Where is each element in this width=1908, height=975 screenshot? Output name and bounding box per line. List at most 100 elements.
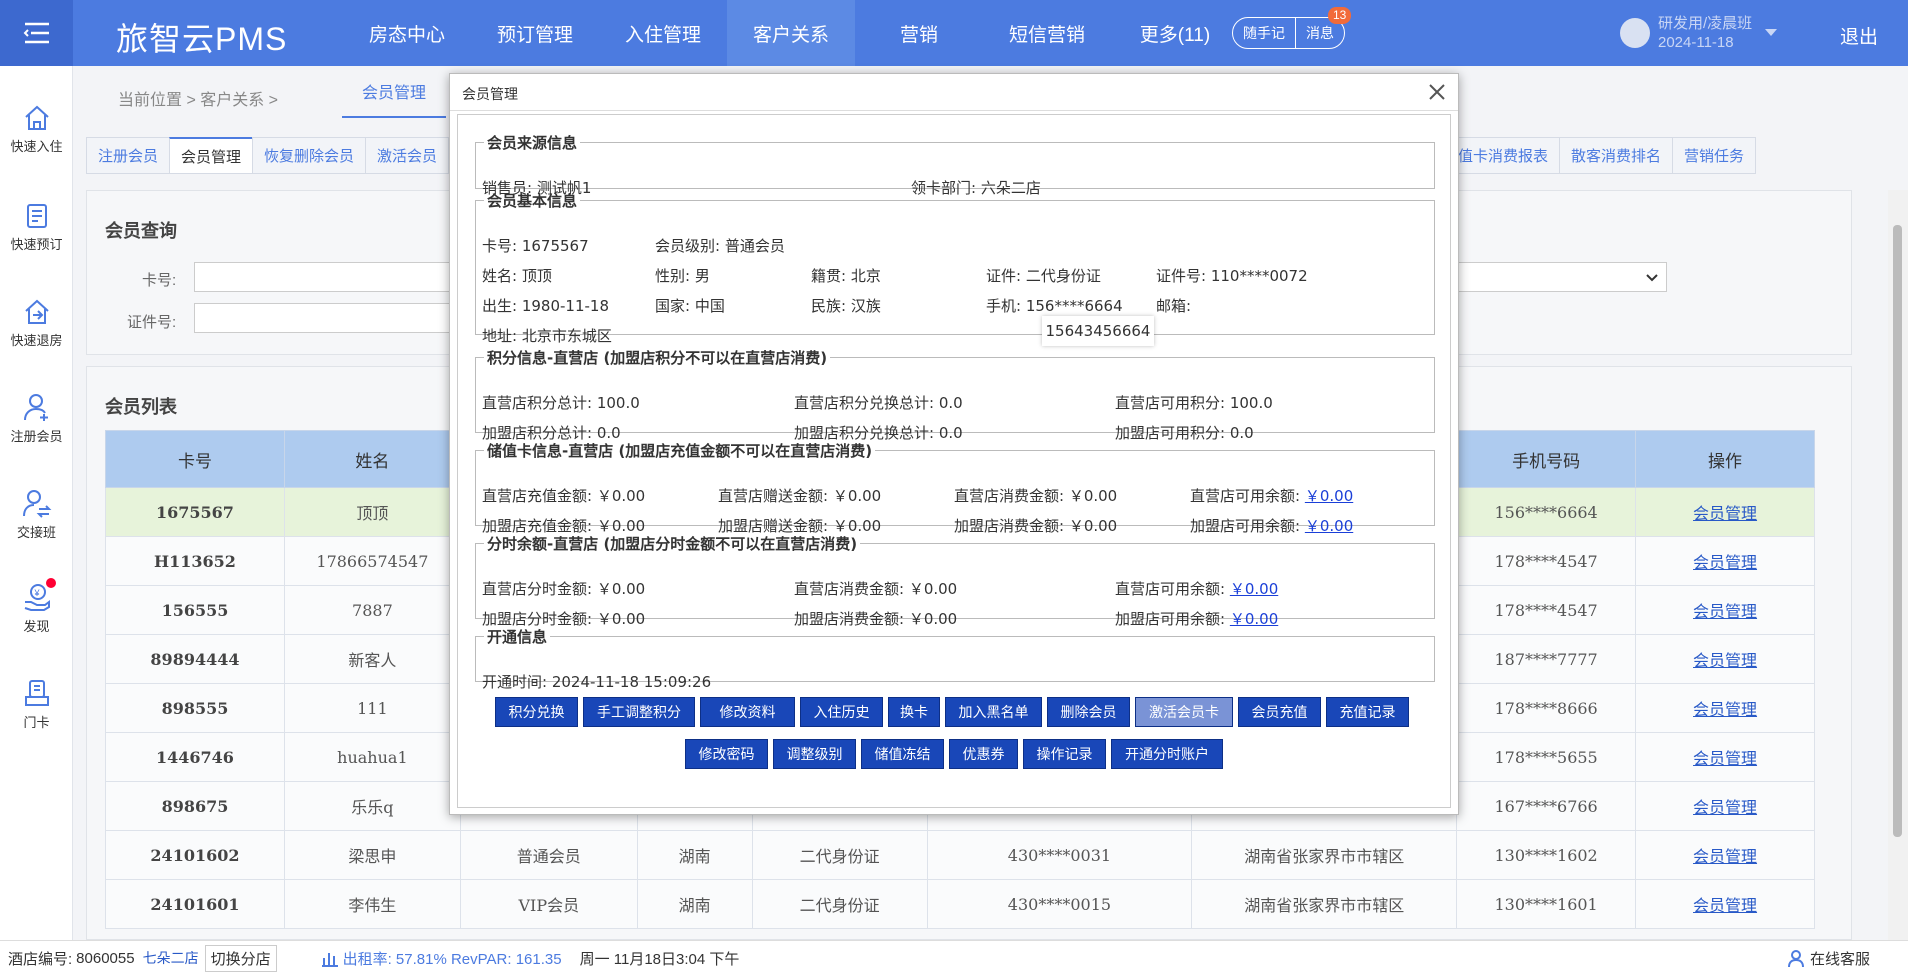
sidebar-item-door-card[interactable]: 门卡 bbox=[0, 678, 73, 731]
page-scrollbar[interactable] bbox=[1888, 190, 1908, 940]
direct-balance-link[interactable]: ￥0.00 bbox=[1305, 487, 1353, 505]
direct-timeshare-balance-link[interactable]: ￥0.00 bbox=[1230, 580, 1278, 598]
nation-field: 民族: 汉族 bbox=[811, 297, 881, 315]
menu-toggle-button[interactable] bbox=[0, 0, 73, 66]
nav-item-booking[interactable]: 预订管理 bbox=[471, 0, 599, 66]
table-row[interactable]: 24101601 李伟生 VIP会员 湖南 二代身份证 430****0015 湖南省张家界… bbox=[105, 879, 1815, 929]
email-field: 邮箱: bbox=[1156, 297, 1192, 315]
recharge-record-button[interactable]: 充值记录 bbox=[1326, 697, 1409, 727]
chevron-down-icon bbox=[1646, 274, 1658, 282]
table-cell: 130****1601 bbox=[1456, 879, 1637, 929]
table-cell: 湖南 bbox=[636, 879, 753, 929]
activate-card-button[interactable]: 激活会员卡 bbox=[1135, 697, 1233, 727]
sidebar-item-quick-checkout[interactable]: 快速退房 bbox=[0, 298, 73, 349]
member-manage-link[interactable]: 会员管理 bbox=[1693, 847, 1757, 866]
subtab-marketing-task[interactable]: 营销任务 bbox=[1672, 137, 1757, 174]
subtab-member-management[interactable]: 会员管理 bbox=[169, 137, 254, 174]
table-cell: 178****4547 bbox=[1456, 536, 1637, 586]
direct-points-available: 直营店可用积分: 100.0 bbox=[1115, 394, 1273, 412]
switch-store-button[interactable]: 切换分店 bbox=[204, 944, 277, 972]
table-row[interactable]: 24101602 梁思申 普通会员 湖南 二代身份证 430****0031 湖南省张家界市… bbox=[105, 830, 1815, 880]
memo-message-group: 随手记 消息 bbox=[1232, 17, 1345, 49]
idtype-field: 证件: 二代身份证 bbox=[986, 267, 1101, 285]
close-icon[interactable] bbox=[1425, 80, 1449, 104]
sidebar: 快速入住 快速预订 快速退房 注册会员 交接班 ¥ 发现 门卡 bbox=[0, 66, 73, 940]
table-cell: 顶顶 bbox=[283, 487, 461, 537]
nav-item-checkin[interactable]: 入住管理 bbox=[599, 0, 727, 66]
table-cell: 李伟生 bbox=[283, 879, 461, 929]
subtab-restore-deleted[interactable]: 恢复删除会员 bbox=[252, 137, 367, 174]
table-cell: 130****1602 bbox=[1456, 830, 1637, 880]
member-manage-link[interactable]: 会员管理 bbox=[1693, 602, 1757, 621]
member-manage-link[interactable]: 会员管理 bbox=[1693, 896, 1757, 915]
open-timeshare-account-button[interactable]: 开通分时账户 bbox=[1111, 739, 1223, 769]
online-service-label: 在线客服 bbox=[1810, 950, 1871, 968]
subtab-guest-ranking[interactable]: 散客消费排名 bbox=[1559, 137, 1674, 174]
subtab-register-member[interactable]: 注册会员 bbox=[86, 137, 171, 174]
origin-field: 籍贯: 北京 bbox=[811, 267, 881, 285]
manual-adjust-points-button[interactable]: 手工调整积分 bbox=[583, 697, 695, 727]
sidebar-item-label: 发现 bbox=[23, 619, 50, 634]
modal-header: 会员管理 bbox=[450, 74, 1458, 111]
column-header: 操作 bbox=[1635, 430, 1815, 488]
scrollbar-thumb[interactable] bbox=[1893, 225, 1902, 837]
sidebar-item-quick-booking[interactable]: 快速预订 bbox=[0, 202, 73, 253]
change-card-button[interactable]: 换卡 bbox=[888, 697, 940, 727]
open-time-field: 开通时间: 2024-11-18 15:09:26 bbox=[482, 673, 712, 691]
nav-item-customer[interactable]: 客户关系 bbox=[727, 0, 855, 66]
member-manage-link[interactable]: 会员管理 bbox=[1693, 504, 1757, 523]
coupon-button[interactable]: 优惠券 bbox=[949, 739, 1018, 769]
table-cell: 7887 bbox=[283, 585, 461, 635]
logout-button[interactable]: 退出 bbox=[1840, 22, 1878, 49]
action-cell: 会员管理 bbox=[1635, 585, 1815, 635]
delete-member-button[interactable]: 删除会员 bbox=[1047, 697, 1130, 727]
phone-field[interactable]: 手机: 156****6664 bbox=[986, 295, 1123, 316]
add-blacklist-button[interactable]: 加入黑名单 bbox=[945, 697, 1042, 727]
sidebar-item-quick-checkin[interactable]: 快速入住 bbox=[0, 104, 73, 155]
basic-info-legend: 会员基本信息 bbox=[487, 192, 578, 210]
online-service-button[interactable]: 在线客服 bbox=[1786, 948, 1870, 969]
address-field: 地址: 北京市东城区 bbox=[482, 327, 612, 345]
filter-select[interactable] bbox=[1427, 262, 1667, 292]
sidebar-item-shift-handover[interactable]: 交接班 bbox=[0, 488, 73, 541]
gender-field: 性别: 男 bbox=[655, 267, 710, 285]
points-exchange-button[interactable]: 积分兑换 bbox=[495, 697, 578, 727]
nav-item-sms[interactable]: 短信营销 bbox=[983, 0, 1111, 66]
member-recharge-button[interactable]: 会员充值 bbox=[1238, 697, 1321, 727]
table-cell: 178****8666 bbox=[1456, 683, 1637, 733]
user-menu[interactable]: 研发用/凌晨班 2024-11-18 bbox=[1620, 14, 1778, 52]
table-cell: 178****5655 bbox=[1456, 732, 1637, 782]
card-no-cell: 156555 bbox=[105, 585, 285, 635]
member-manage-link[interactable]: 会员管理 bbox=[1693, 700, 1757, 719]
hamburger-icon bbox=[23, 22, 49, 44]
nav-item-marketing[interactable]: 营销 bbox=[855, 0, 983, 66]
memo-button[interactable]: 随手记 bbox=[1233, 18, 1295, 48]
sidebar-item-label: 交接班 bbox=[16, 525, 56, 540]
checkin-history-button[interactable]: 入住历史 bbox=[800, 697, 883, 727]
nav-item-more[interactable]: 更多(11) bbox=[1111, 0, 1239, 66]
member-manage-link[interactable]: 会员管理 bbox=[1693, 749, 1757, 768]
name-field: 姓名: 顶顶 bbox=[482, 267, 552, 285]
tab-member-management[interactable]: 会员管理 bbox=[342, 66, 446, 118]
freeze-stored-value-button[interactable]: 储值冻结 bbox=[861, 739, 944, 769]
direct-points-redeemed: 直营店积分兑换总计: 0.0 bbox=[794, 394, 963, 412]
subtab-activate-member[interactable]: 激活会员 bbox=[365, 137, 450, 174]
change-password-button[interactable]: 修改密码 bbox=[685, 739, 768, 769]
direct-gift: 直营店赠送金额: ￥0.00 bbox=[718, 487, 882, 505]
direct-points-total: 直营店积分总计: 100.0 bbox=[482, 394, 640, 412]
sidebar-item-register-member[interactable]: 注册会员 bbox=[0, 392, 73, 445]
operation-log-button[interactable]: 操作记录 bbox=[1023, 739, 1106, 769]
adjust-level-button[interactable]: 调整级别 bbox=[773, 739, 856, 769]
sidebar-item-discover[interactable]: ¥ 发现 bbox=[0, 578, 73, 635]
member-manage-link[interactable]: 会员管理 bbox=[1693, 798, 1757, 817]
table-cell: 湖南省张家界市市辖区 bbox=[1191, 879, 1458, 929]
country-field: 国家: 中国 bbox=[655, 297, 725, 315]
direct-timeshare-balance-label: 直营店可用余额: bbox=[1115, 580, 1226, 598]
headset-icon bbox=[1788, 950, 1804, 968]
edit-profile-button[interactable]: 修改资料 bbox=[700, 697, 795, 727]
basic-info-section: 会员基本信息 卡号: 1675567 会员级别: 普通会员 姓名: 顶顶 性别:… bbox=[475, 190, 1435, 345]
member-manage-link[interactable]: 会员管理 bbox=[1693, 553, 1757, 572]
member-manage-link[interactable]: 会员管理 bbox=[1693, 651, 1757, 670]
nav-item-room-status[interactable]: 房态中心 bbox=[343, 0, 471, 66]
action-cell: 会员管理 bbox=[1635, 830, 1815, 880]
